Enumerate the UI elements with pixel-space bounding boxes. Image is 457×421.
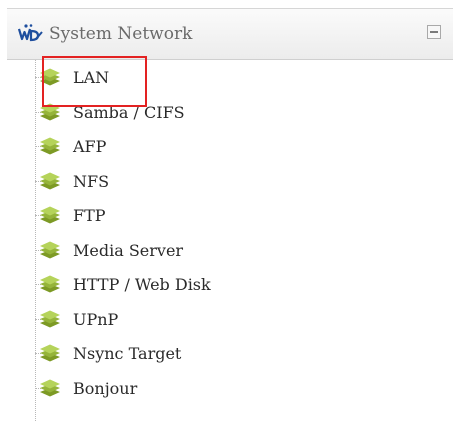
menu-item-label: UPnP [73,309,119,329]
menu-item-label: LAN [73,68,110,87]
menu-item-lan[interactable]: LAN [7,60,453,95]
menu-item-http-web-disk[interactable]: HTTP / Web Disk [7,267,453,302]
menu-item-nfs[interactable]: NFS [7,164,453,199]
panel-title: System Network [49,24,193,44]
stack-layers-icon [40,379,60,396]
menu-item-label: FTP [73,206,106,225]
stack-layers-icon [40,137,60,155]
menu-item-label: Samba / CIFS [73,102,185,122]
menu-item-label: HTTP / Web Disk [73,275,211,294]
menu-item-bonjour[interactable]: Bonjour [7,371,453,406]
stack-layers-icon [40,310,60,327]
menu-item-label: Media Server [73,240,184,260]
panel-header[interactable]: System Network [7,8,453,60]
menu-item-label: NFS [73,171,110,191]
network-menu-list: LAN Samba / CIFS AFP NFS FTP Media Serve… [7,60,453,405]
stack-layers-icon [40,344,60,362]
menu-item-ftp[interactable]: FTP [7,198,453,233]
system-network-panel: System Network LAN Samba / CIFS AFP NFS … [7,8,453,421]
stack-layers-icon [40,275,60,293]
wd-logo-icon [18,24,43,42]
stack-layers-icon [40,172,60,189]
menu-item-label: AFP [73,137,107,156]
menu-item-afp[interactable]: AFP [7,129,453,164]
stack-layers-icon [40,103,60,120]
stack-layers-icon [40,68,60,86]
collapse-icon[interactable] [427,25,441,39]
stack-layers-icon [40,241,60,258]
menu-item-nsync-target[interactable]: Nsync Target [7,336,453,371]
menu-item-upnp[interactable]: UPnP [7,302,453,337]
menu-item-media-server[interactable]: Media Server [7,233,453,268]
menu-item-label: Bonjour [73,378,138,398]
stack-layers-icon [40,206,60,224]
menu-item-label: Nsync Target [73,344,182,363]
menu-item-samba-cifs[interactable]: Samba / CIFS [7,95,453,130]
